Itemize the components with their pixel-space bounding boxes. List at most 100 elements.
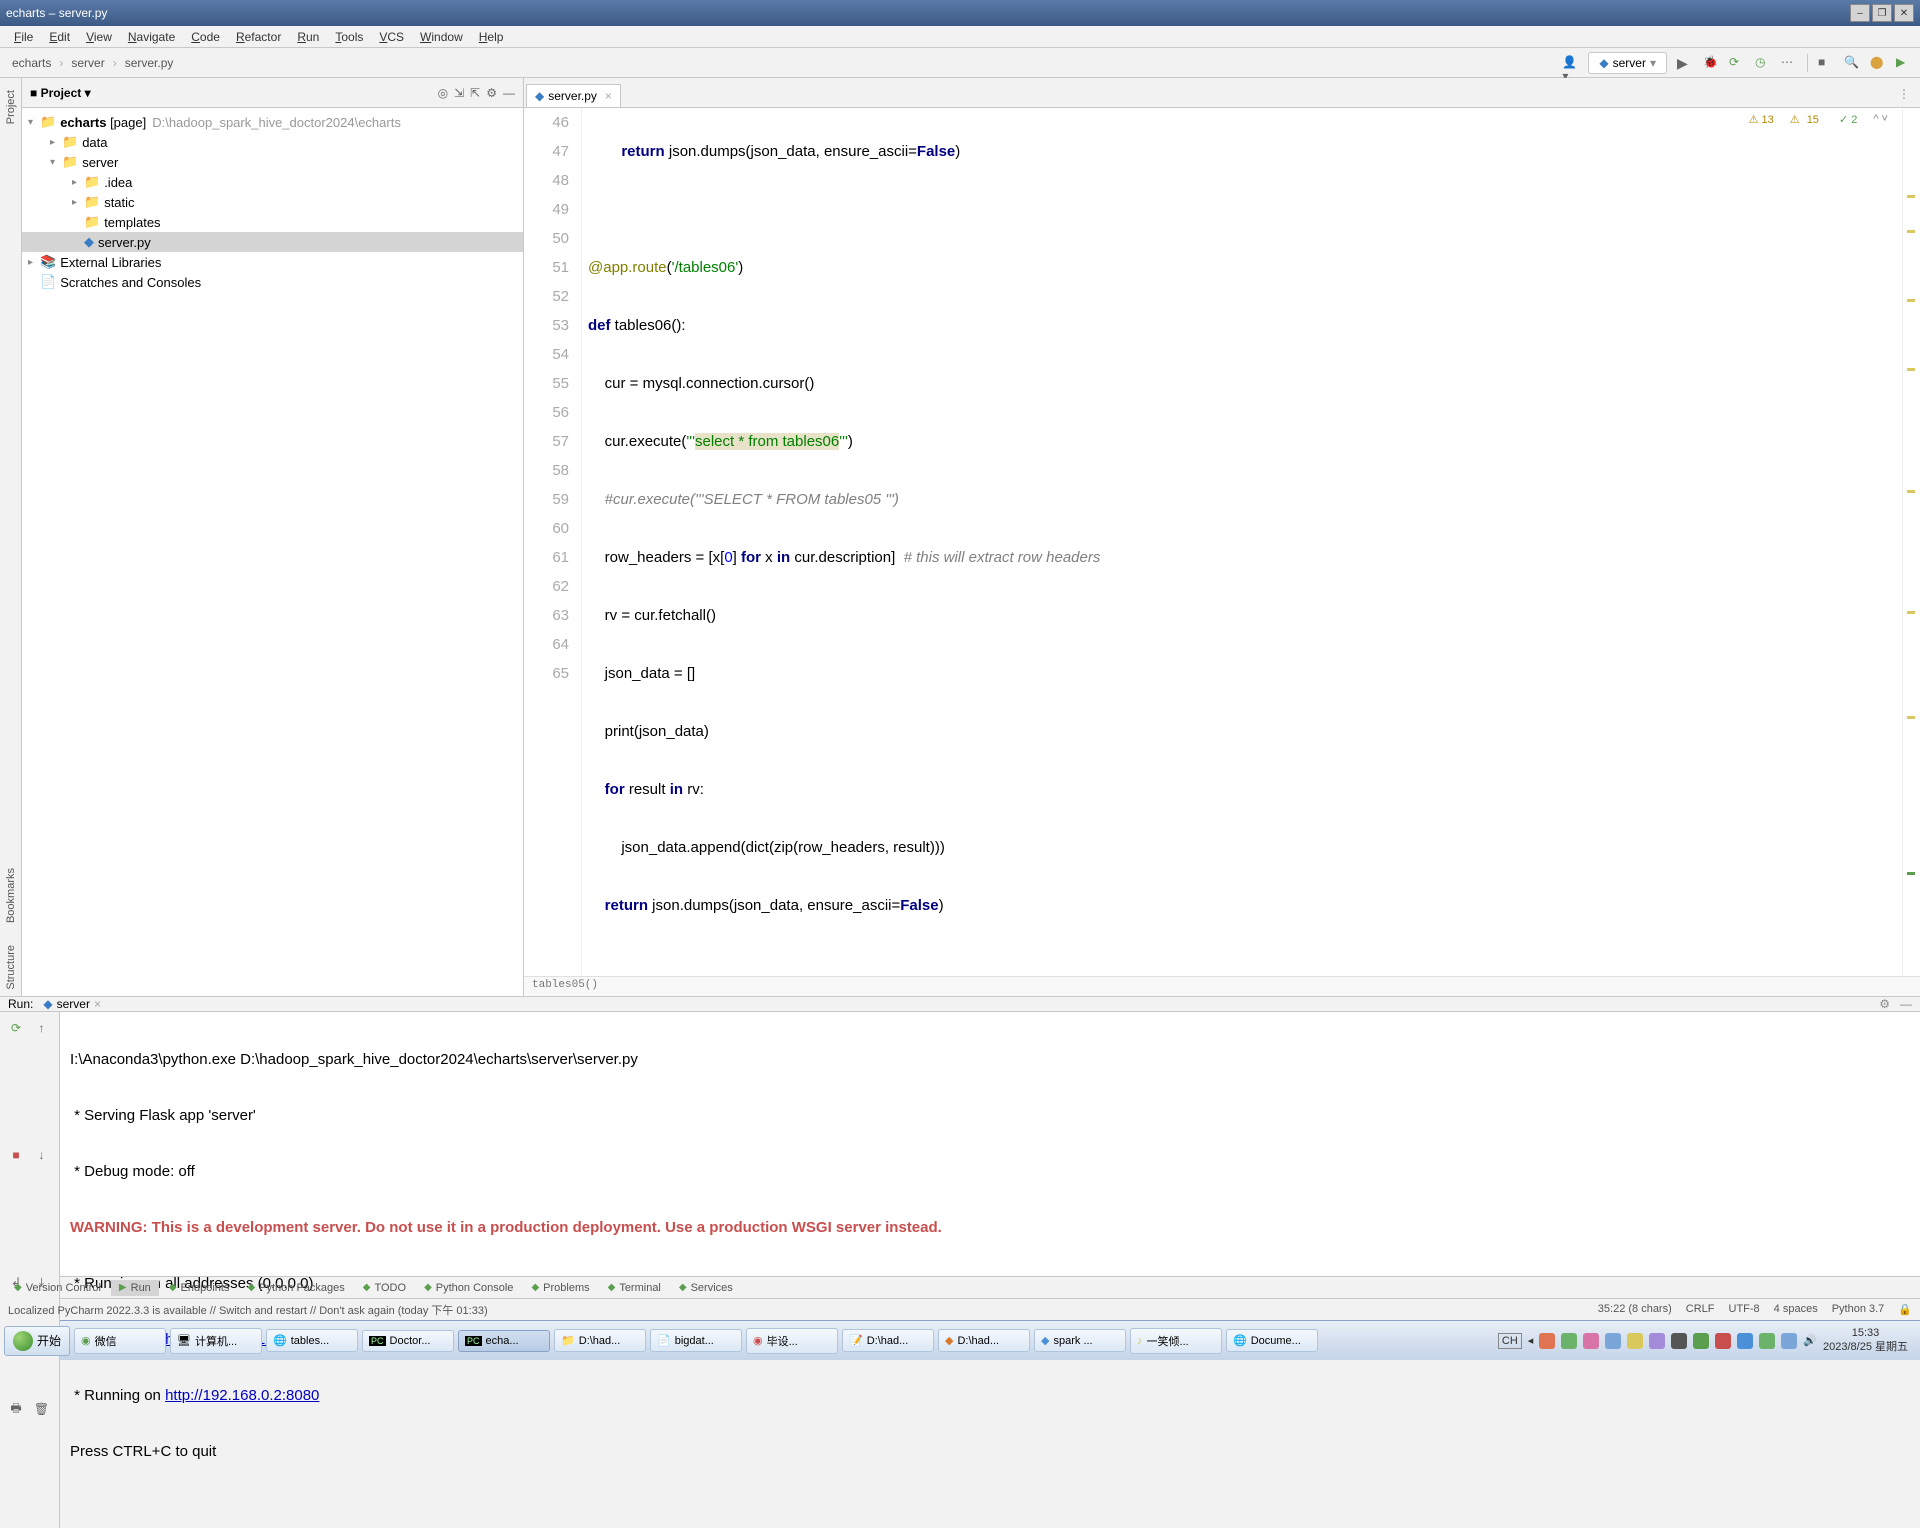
task-folder1[interactable]: 📁D:\had... [554, 1329, 646, 1352]
tree-static[interactable]: ▸📁static [22, 192, 523, 212]
caret-position[interactable]: 35:22 (8 chars) [1598, 1303, 1672, 1316]
tree-data[interactable]: ▸📁data [22, 132, 523, 152]
tree-scratches[interactable]: 📄Scratches and Consoles [22, 272, 523, 292]
tool-problems[interactable]: ◆Problems [523, 1280, 597, 1296]
crumb-project[interactable]: echarts [8, 54, 55, 72]
clear-button[interactable]: 🗑 [32, 1399, 52, 1419]
inspection-badges[interactable]: 13 ⚠ 15 2 ^ ˅ [1745, 112, 1892, 127]
task-echarts[interactable]: PCecha... [458, 1330, 550, 1352]
error-stripe[interactable] [1902, 108, 1920, 976]
editor-tab-serverpy[interactable]: ◆ server.py × [526, 84, 621, 107]
close-tab-icon[interactable]: × [605, 89, 612, 103]
start-button[interactable]: 开始 [4, 1326, 70, 1356]
task-folder2[interactable]: 📝D:\had... [842, 1329, 934, 1352]
menu-refactor[interactable]: Refactor [228, 28, 289, 46]
task-bigdata[interactable]: 📄bigdat... [650, 1329, 742, 1352]
typo-badge[interactable]: 2 [1835, 112, 1861, 127]
menu-view[interactable]: View [78, 28, 120, 46]
task-document[interactable]: 🌐Docume... [1226, 1329, 1318, 1352]
run-button[interactable]: ▶ [1677, 55, 1693, 71]
menu-vcs[interactable]: VCS [371, 28, 412, 46]
interpreter[interactable]: Python 3.7 [1832, 1303, 1885, 1316]
taskbar-clock[interactable]: 15:33 2023/8/25 星期五 [1823, 1327, 1908, 1353]
tray-icon[interactable] [1693, 1333, 1709, 1349]
run-settings-icon[interactable]: ⚙ [1879, 997, 1890, 1011]
menu-code[interactable]: Code [183, 28, 228, 46]
run-anything-button[interactable]: ▶ [1896, 55, 1912, 71]
run-output[interactable]: I:\Anaconda3\python.exe D:\hadoop_spark_… [60, 1012, 1920, 1528]
server-url-2[interactable]: http://192.168.0.2:8080 [165, 1387, 319, 1404]
tool-vcs[interactable]: ◆Version Control [6, 1280, 109, 1296]
file-encoding[interactable]: UTF-8 [1729, 1303, 1760, 1316]
minimize-button[interactable]: ‒ [1850, 4, 1870, 22]
task-folder3[interactable]: ◆D:\had... [938, 1329, 1030, 1352]
status-message[interactable]: Localized PyCharm 2022.3.3 is available … [8, 1302, 488, 1318]
settings-button[interactable]: ⬤ [1870, 55, 1886, 71]
menu-file[interactable]: File [6, 28, 41, 46]
tree-templates[interactable]: 📁templates [22, 212, 523, 232]
task-computer[interactable]: 🖥计算机... [170, 1328, 262, 1354]
ime-indicator[interactable]: CH [1498, 1333, 1522, 1349]
tray-icon[interactable] [1671, 1333, 1687, 1349]
task-wechat[interactable]: ◉微信 [74, 1328, 166, 1354]
tray-icon[interactable] [1539, 1333, 1555, 1349]
up-button[interactable]: ↑ [32, 1018, 52, 1038]
tray-icon[interactable] [1605, 1333, 1621, 1349]
tray-icon[interactable] [1561, 1333, 1577, 1349]
structure-tool-button[interactable]: Structure [3, 939, 19, 996]
tree-server[interactable]: ▾📁server [22, 152, 523, 172]
expand-all-icon[interactable]: ⇲ [454, 86, 464, 100]
tool-terminal[interactable]: ◆Terminal [600, 1280, 669, 1296]
tray-icon[interactable] [1759, 1333, 1775, 1349]
run-tab[interactable]: ◆ server × [43, 997, 101, 1011]
task-spark[interactable]: ◆spark ... [1034, 1329, 1126, 1352]
line-separator[interactable]: CRLF [1686, 1303, 1715, 1316]
task-doctor[interactable]: PCDoctor... [362, 1330, 454, 1352]
code-body[interactable]: return json.dumps(json_data, ensure_asci… [582, 108, 1902, 976]
run-coverage-button[interactable]: ⟳ [1729, 55, 1745, 71]
tool-run[interactable]: ▶Run [111, 1280, 159, 1296]
tray-icon[interactable] [1781, 1333, 1797, 1349]
tray-icon[interactable] [1715, 1333, 1731, 1349]
tool-python-packages[interactable]: ◆Python Packages [239, 1280, 352, 1296]
menu-window[interactable]: Window [412, 28, 471, 46]
code-editor[interactable]: 4647484950515253545556575859606162636465… [524, 108, 1920, 976]
editor-breadcrumb[interactable]: tables05() [524, 976, 1920, 996]
tree-external-libs[interactable]: ▸📚External Libraries [22, 252, 523, 272]
menu-tools[interactable]: Tools [327, 28, 371, 46]
task-music[interactable]: ♪一笑倾... [1130, 1328, 1222, 1354]
tray-icon[interactable] [1737, 1333, 1753, 1349]
maximize-button[interactable]: ❐ [1872, 4, 1892, 22]
stop-button[interactable]: ■ [1818, 55, 1834, 71]
print-button[interactable]: 🖶 [6, 1399, 26, 1419]
tool-python-console[interactable]: ◆Python Console [416, 1280, 521, 1296]
tool-todo[interactable]: ◆TODO [355, 1280, 414, 1296]
profile-button[interactable]: ◷ [1755, 55, 1771, 71]
tray-icon[interactable] [1583, 1333, 1599, 1349]
search-everywhere-button[interactable]: 🔍 [1844, 55, 1860, 71]
gear-icon[interactable]: ⚙ [486, 86, 497, 100]
project-tree[interactable]: ▾📁 echarts [page] D:\hadoop_spark_hive_d… [22, 108, 523, 296]
debug-button[interactable]: 🐞 [1703, 55, 1719, 71]
indent-setting[interactable]: 4 spaces [1774, 1303, 1818, 1316]
weak-warnings-badge[interactable]: ⚠ 15 [1786, 112, 1827, 127]
crumb-file[interactable]: server.py [121, 54, 178, 72]
hide-run-icon[interactable]: — [1900, 997, 1912, 1011]
volume-icon[interactable]: 🔊 [1803, 1334, 1817, 1347]
tree-serverpy[interactable]: ◆server.py [22, 232, 523, 252]
task-tables[interactable]: 🌐tables... [266, 1329, 358, 1352]
menu-run[interactable]: Run [289, 28, 327, 46]
tool-services[interactable]: ◆Services [671, 1280, 741, 1296]
project-tool-button[interactable]: Project [3, 84, 19, 130]
tray-icon[interactable] [1627, 1333, 1643, 1349]
select-opened-file-icon[interactable]: ◎ [438, 86, 448, 100]
down-button[interactable]: ↓ [32, 1145, 52, 1165]
warnings-badge[interactable]: 13 [1745, 112, 1778, 127]
menu-edit[interactable]: Edit [41, 28, 78, 46]
crumb-folder[interactable]: server [67, 54, 108, 72]
tree-root[interactable]: ▾📁 echarts [page] D:\hadoop_spark_hive_d… [22, 112, 523, 132]
tray-expand-icon[interactable]: ◂ [1528, 1334, 1534, 1347]
tool-endpoints[interactable]: ◆Endpoints [161, 1280, 238, 1296]
more-run-icon[interactable]: ⋯ [1781, 55, 1797, 71]
lock-icon[interactable]: 🔒 [1898, 1303, 1912, 1316]
